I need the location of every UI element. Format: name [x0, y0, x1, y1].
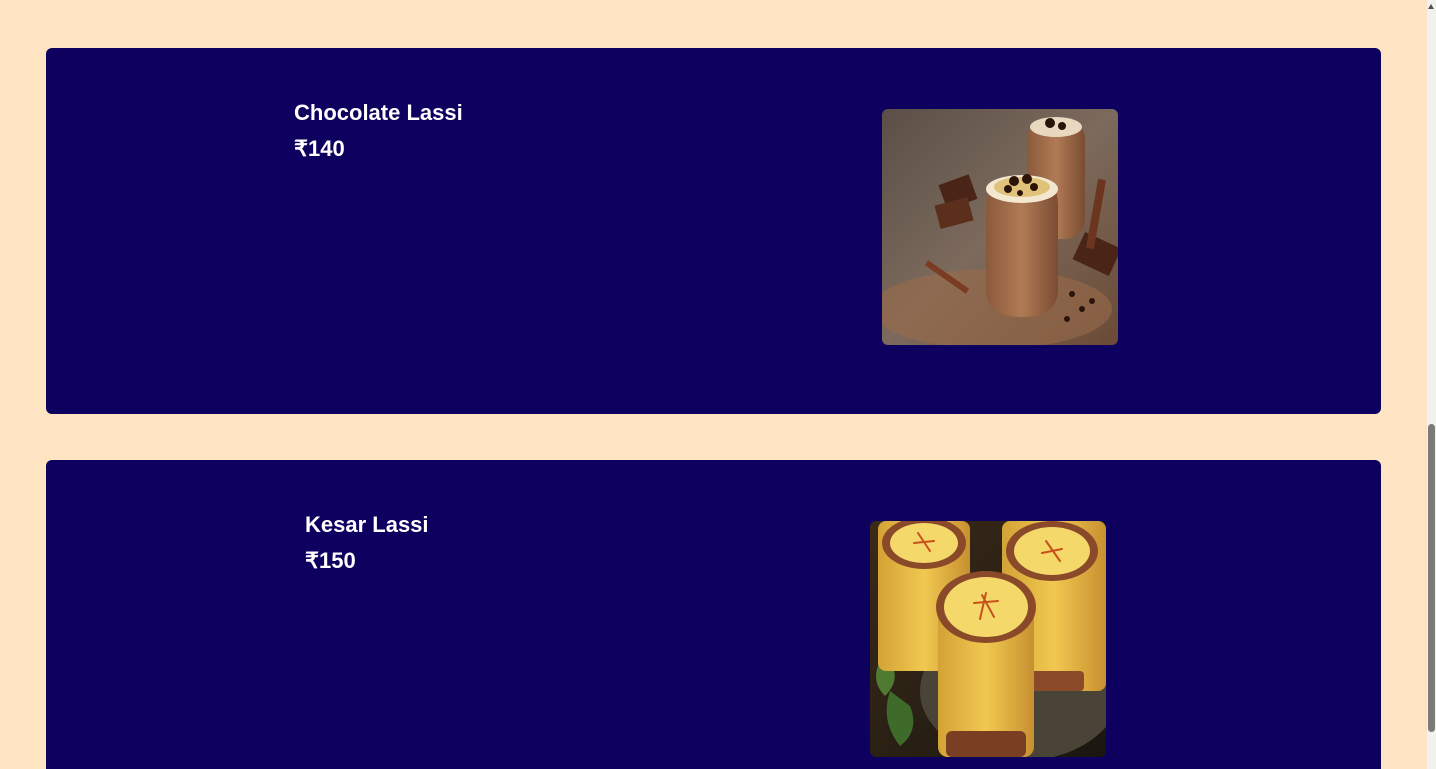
- menu-item-details: Kesar Lassi ₹150: [305, 512, 429, 574]
- menu-item-name: Chocolate Lassi: [294, 100, 463, 125]
- scroll-thumb[interactable]: [1428, 424, 1435, 732]
- menu-item-name: Kesar Lassi: [305, 512, 429, 537]
- kesar-lassi-photo: [870, 521, 1106, 757]
- page-scrollbar[interactable]: [1427, 0, 1436, 769]
- menu-item-card[interactable]: Chocolate Lassi ₹140: [46, 48, 1381, 414]
- scroll-up-icon[interactable]: [1428, 4, 1434, 9]
- menu-item-details: Chocolate Lassi ₹140: [294, 100, 463, 162]
- chocolate-lassi-photo: [882, 109, 1118, 345]
- menu-item-price: ₹150: [305, 548, 356, 573]
- menu-page: Chocolate Lassi ₹140 Kesar Lassi ₹150: [0, 0, 1427, 769]
- menu-item-card[interactable]: Kesar Lassi ₹150: [46, 460, 1381, 769]
- menu-item-price: ₹140: [294, 136, 345, 161]
